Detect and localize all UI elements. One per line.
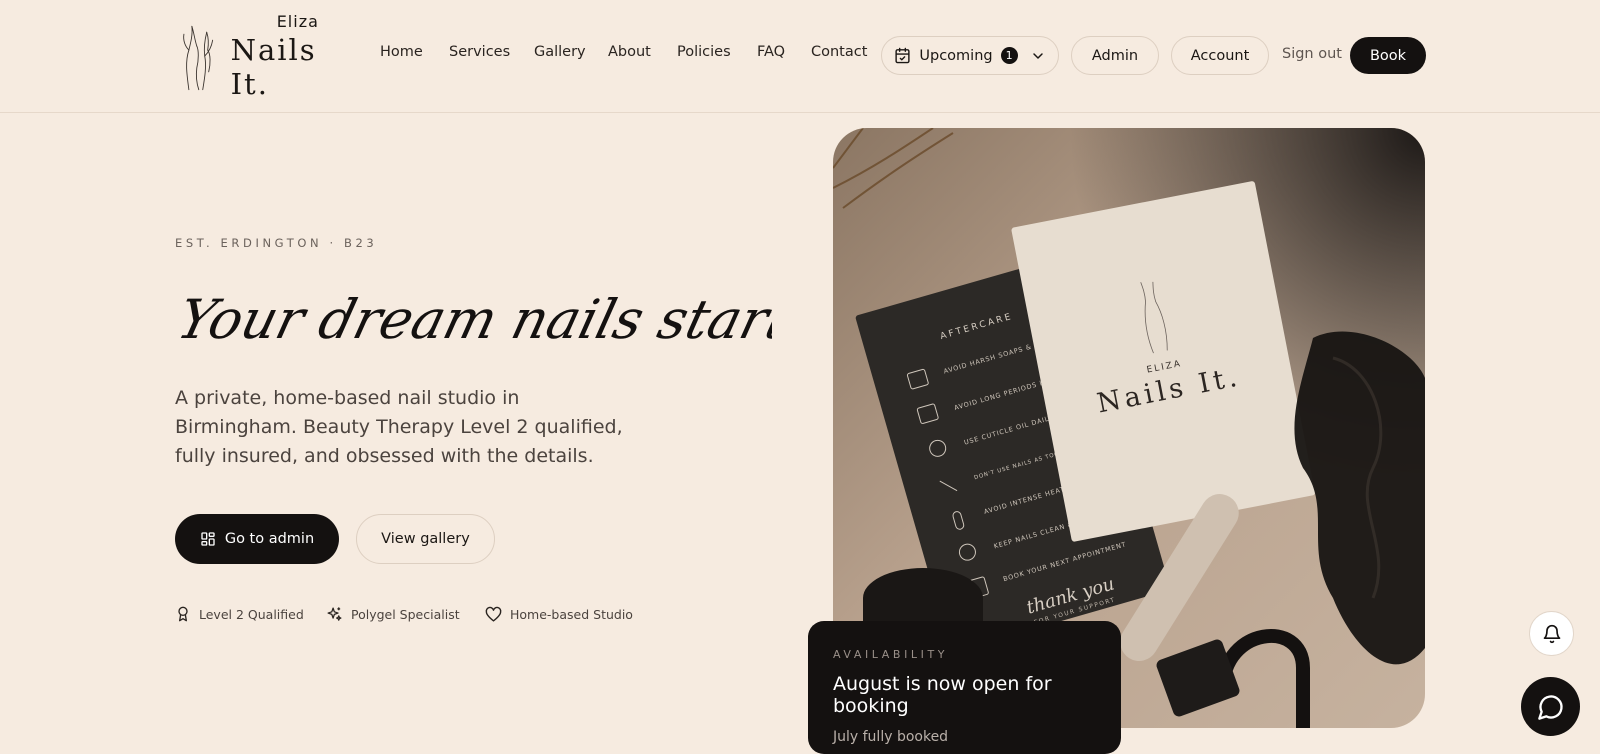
nav-contact[interactable]: Contact — [811, 44, 867, 60]
feature-label: Home-based Studio — [510, 607, 633, 622]
sign-out-link[interactable]: Sign out — [1282, 46, 1342, 62]
hero-headline: Your dream nails start here... — [172, 288, 772, 351]
nav-services[interactable]: Services — [449, 44, 510, 60]
brand-wordmark: Eliza Nails It. — [231, 12, 365, 101]
view-gallery-button[interactable]: View gallery — [356, 514, 495, 564]
chat-bubble-icon — [1537, 694, 1563, 720]
upcoming-dropdown[interactable]: Upcoming 1 — [881, 36, 1059, 75]
feature-level2: Level 2 Qualified — [175, 606, 304, 622]
hero-headline-text: Your dream nails start here... — [172, 288, 772, 351]
nav-home[interactable]: Home — [380, 44, 423, 60]
nav-faq[interactable]: FAQ — [757, 44, 785, 60]
hero-description: A private, home-based nail studio in Bir… — [175, 387, 623, 467]
go-to-admin-label: Go to admin — [224, 531, 315, 547]
feature-home-studio: Home-based Studio — [485, 606, 633, 623]
bell-icon — [1543, 624, 1560, 643]
chevron-down-icon — [1032, 52, 1043, 59]
site-header: Eliza Nails It. Home Services Gallery Ab… — [0, 0, 1600, 113]
upcoming-label: Upcoming — [919, 47, 993, 64]
nav-about[interactable]: About — [608, 44, 651, 60]
notifications-button[interactable] — [1529, 611, 1574, 656]
brand-top: Eliza — [276, 11, 319, 31]
brand-logo[interactable]: Eliza Nails It. — [175, 12, 365, 101]
dashboard-icon — [201, 532, 215, 546]
go-to-admin-button[interactable]: Go to admin — [175, 514, 339, 564]
calendar-icon — [895, 47, 910, 64]
availability-subtitle: July fully booked — [833, 729, 949, 745]
feature-label: Polygel Specialist — [351, 607, 460, 622]
chat-button[interactable] — [1521, 677, 1580, 736]
admin-button[interactable]: Admin — [1071, 36, 1159, 75]
upcoming-count-badge: 1 — [1000, 47, 1018, 64]
hands-logo-icon — [183, 25, 214, 91]
book-button[interactable]: Book — [1350, 37, 1426, 74]
availability-title: August is now open for booking — [833, 673, 1052, 717]
award-icon — [178, 606, 188, 622]
nav-policies[interactable]: Policies — [677, 44, 731, 60]
nav-gallery[interactable]: Gallery — [534, 44, 586, 60]
account-button[interactable]: Account — [1171, 36, 1269, 75]
availability-label: AVAILABILITY — [833, 648, 949, 661]
brand-name: Nails It. — [230, 32, 317, 101]
hero-eyebrow: EST. ERDINGTON · B23 — [175, 236, 378, 250]
availability-card: AVAILABILITY August is now open for book… — [808, 621, 1121, 754]
feature-polygel: Polygel Specialist — [326, 606, 460, 623]
sparkles-icon — [327, 607, 342, 621]
heart-icon — [485, 606, 502, 622]
feature-label: Level 2 Qualified — [199, 606, 304, 622]
